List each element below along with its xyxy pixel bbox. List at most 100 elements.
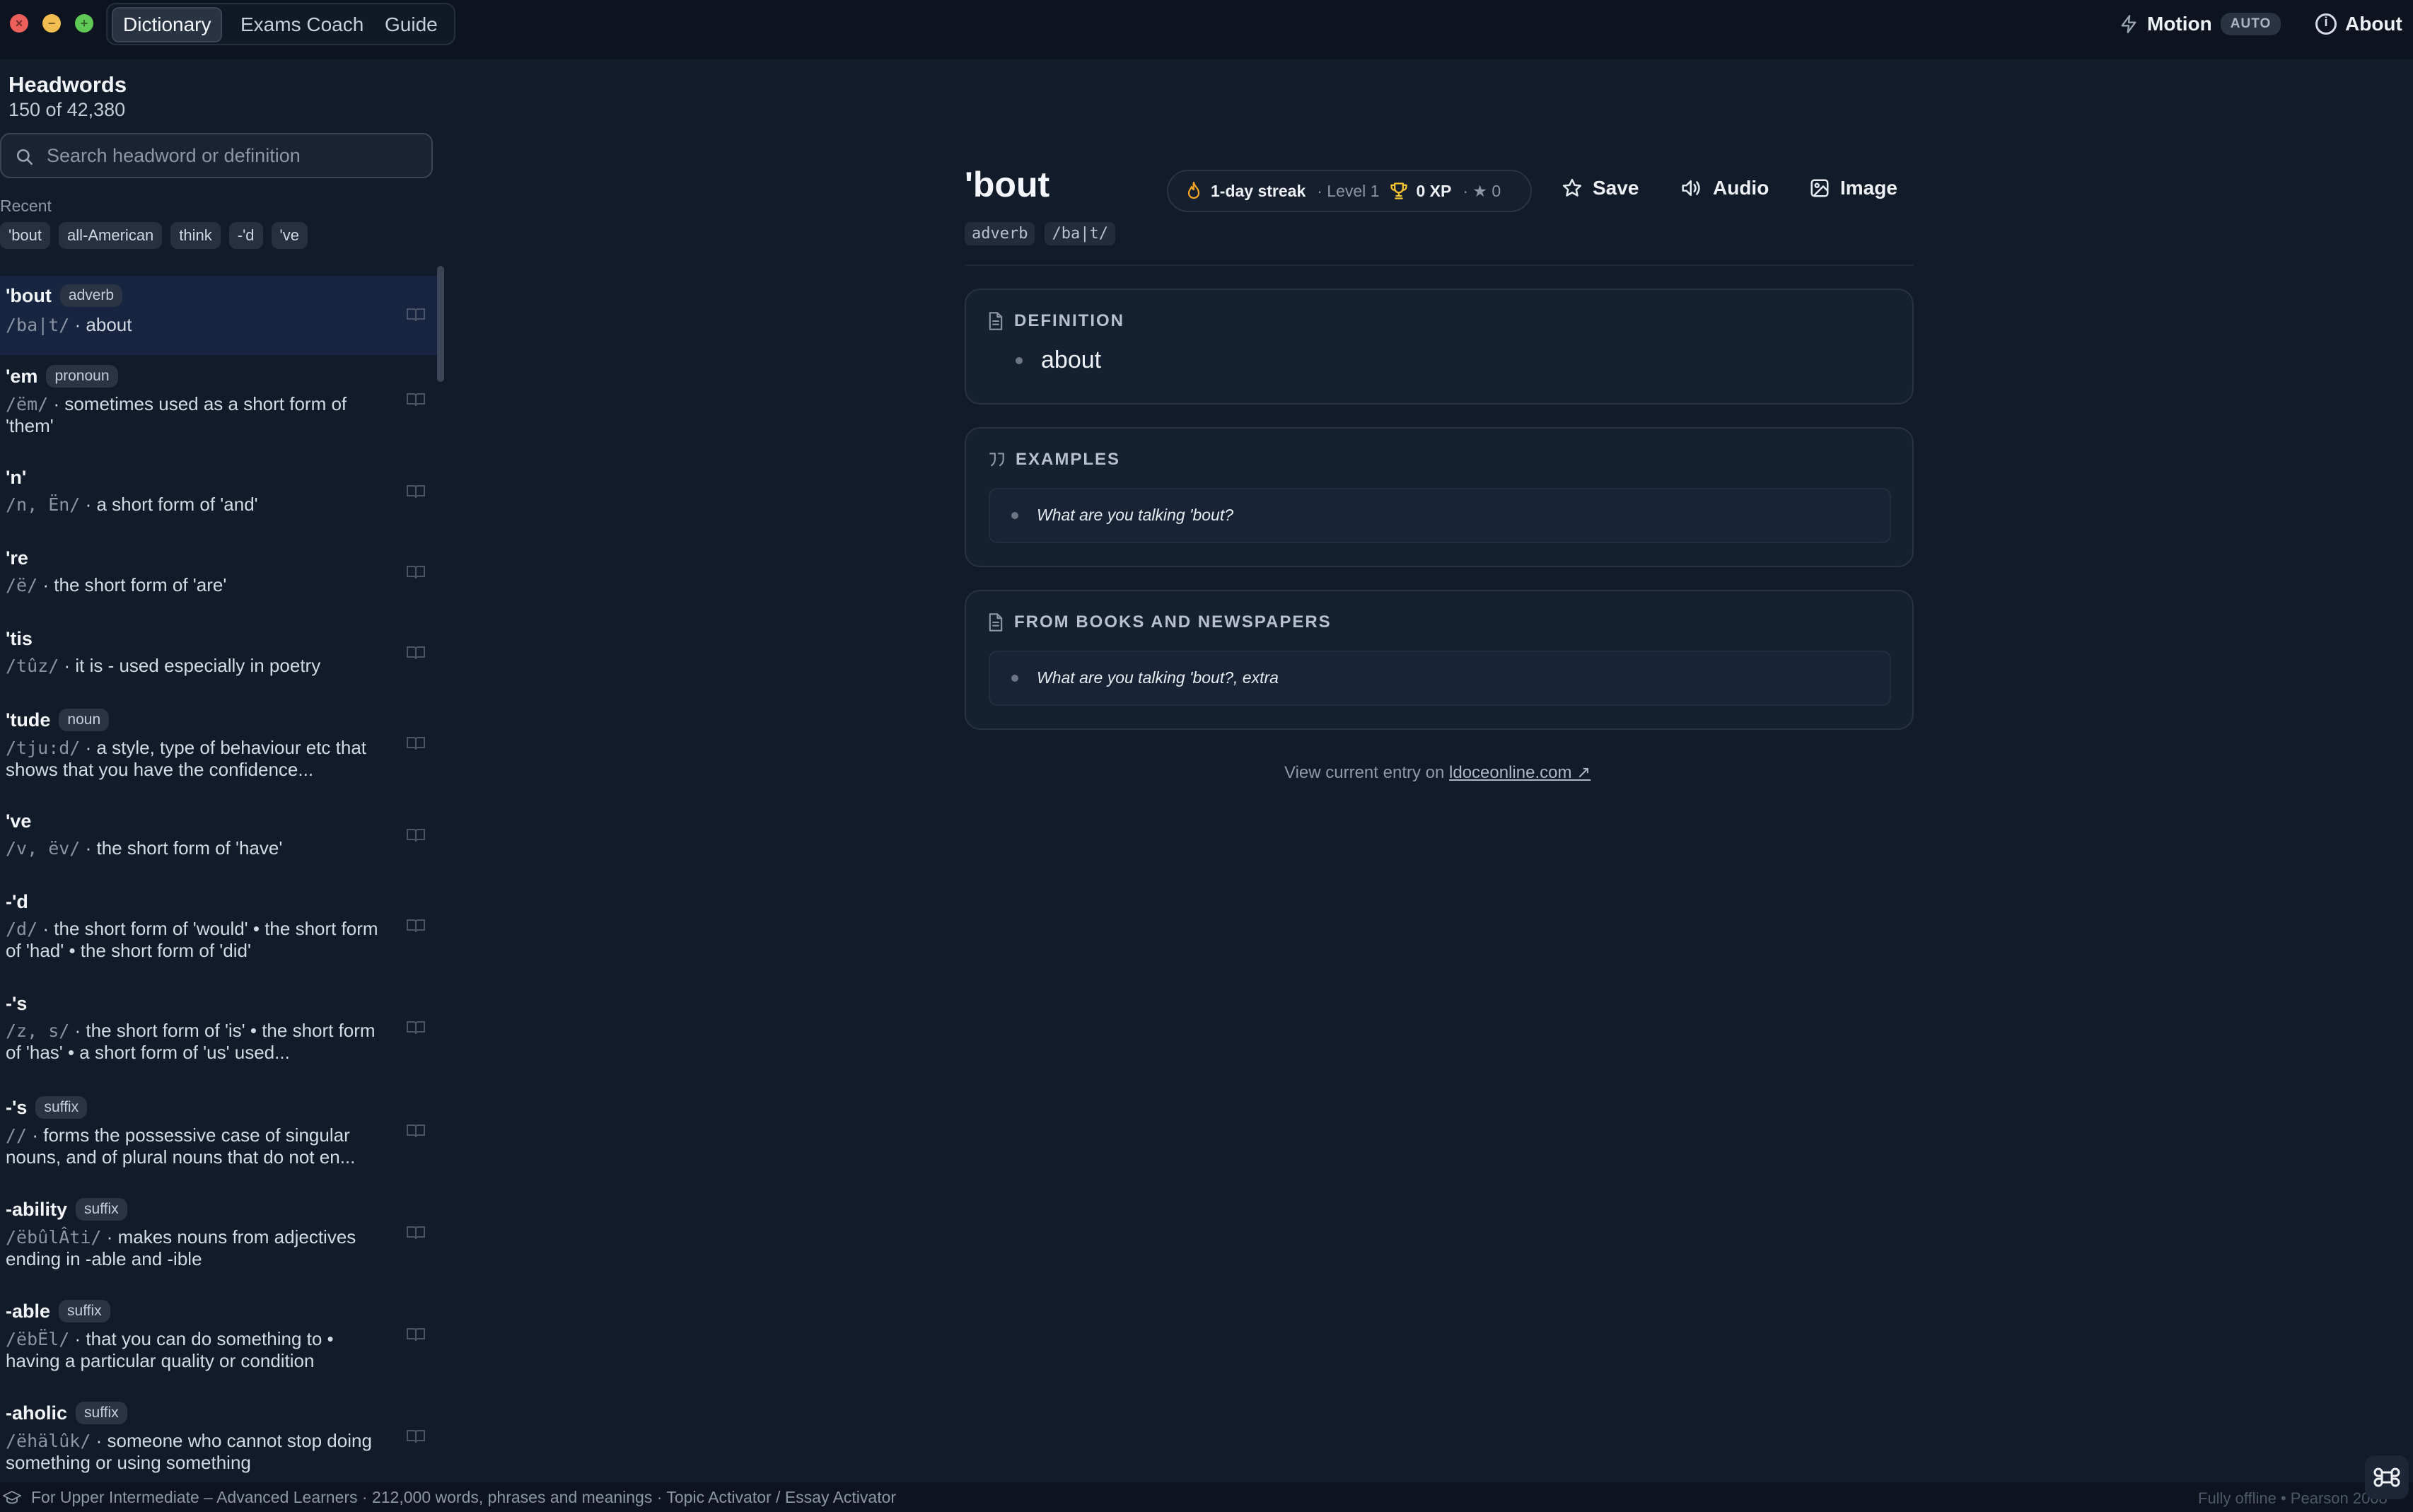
info-icon xyxy=(2315,13,2337,35)
motion-label: Motion xyxy=(2147,13,2212,35)
book-icon[interactable] xyxy=(406,307,426,322)
list-item-definition: /ë/ · the short form of 'are' xyxy=(6,574,388,596)
book-icon[interactable] xyxy=(406,392,426,407)
minimize-window-button[interactable]: − xyxy=(42,14,61,33)
list-item-headword: -aholic suffix xyxy=(6,1402,127,1424)
list-item-headword: 'n' xyxy=(6,467,26,489)
list-item[interactable]: 'tude noun /tju:d/ · a style, type of beh… xyxy=(0,703,438,802)
recent-chip[interactable]: all-American xyxy=(59,222,163,249)
book-example-text: What are you talking 'bout?, extra xyxy=(1037,668,1279,687)
command-button[interactable] xyxy=(2365,1455,2409,1499)
entry-tags: adverb /ba|t/ xyxy=(965,222,1115,245)
list-item[interactable]: 'em pronoun /ëm/ · sometimes used as a sh… xyxy=(0,358,438,458)
status-info-text: For Upper Intermediate – Advanced Learne… xyxy=(31,1488,897,1506)
definition-heading: DEFINITION xyxy=(987,311,1124,331)
list-item[interactable]: -'s /z, s/ · the short form of 'is' • th… xyxy=(0,987,438,1086)
list-item-headword: 're xyxy=(6,547,28,569)
recent-chip[interactable]: think xyxy=(170,222,221,249)
tab-dictionary[interactable]: Dictionary xyxy=(112,7,223,42)
book-icon[interactable] xyxy=(406,1020,426,1035)
list-scrollbar[interactable] xyxy=(437,266,444,382)
save-button[interactable]: Save xyxy=(1562,177,1639,199)
headword-text: 'em xyxy=(6,365,38,387)
command-icon xyxy=(2373,1467,2400,1487)
close-window-button[interactable]: × xyxy=(10,14,28,33)
maximize-window-button[interactable]: + xyxy=(75,14,93,33)
book-icon[interactable] xyxy=(406,1225,426,1240)
definition-card: DEFINITION about xyxy=(965,289,1914,405)
maximize-icon: + xyxy=(80,16,88,30)
list-item[interactable]: -able suffix /ëbËl/ · that you can do som… xyxy=(0,1293,438,1392)
pronunciation: /ëbËl/ xyxy=(6,1329,70,1349)
tab-guide[interactable]: Guide xyxy=(375,7,448,42)
list-item[interactable]: 've /v, ëv/ · the short form of 'have' xyxy=(0,805,438,883)
books-heading-text: FROM BOOKS AND NEWSPAPERS xyxy=(1014,612,1332,632)
flame-icon xyxy=(1187,181,1200,199)
headword-text: 'tis xyxy=(6,628,33,649)
headword-list[interactable]: 'bout adverb /ba|t/ · about 'em pronoun /ë… xyxy=(0,276,438,1482)
ldoce-online-link[interactable]: ldoceonline.com ↗ xyxy=(1449,763,1591,782)
tab-exams-coach[interactable]: Exams Coach xyxy=(231,7,373,42)
save-label: Save xyxy=(1593,177,1639,199)
list-item[interactable]: 're /ë/ · the short form of 'are' xyxy=(0,542,438,620)
books-newspapers-card: FROM BOOKS AND NEWSPAPERS What are you t… xyxy=(965,590,1914,730)
book-icon[interactable] xyxy=(406,564,426,580)
book-icon[interactable] xyxy=(406,1429,426,1444)
book-icon[interactable] xyxy=(406,1123,426,1139)
books-heading: FROM BOOKS AND NEWSPAPERS xyxy=(987,612,1332,632)
headword-text: 'n' xyxy=(6,467,27,488)
examples-card: EXAMPLES What are you talking 'bout? xyxy=(965,427,1914,567)
headword-count: 150 of 42,380 xyxy=(8,99,126,120)
pos-badge: suffix xyxy=(35,1096,88,1119)
list-item[interactable]: 'bout adverb /ba|t/ · about xyxy=(0,276,438,355)
list-item-definition: /tûz/ · it is - used especially in poetr… xyxy=(6,655,388,677)
about-button[interactable]: About xyxy=(2315,10,2402,38)
progress-pill: 1-day streak · Level 1 0 XP · ★ 0 xyxy=(1167,170,1532,212)
book-icon[interactable] xyxy=(406,827,426,843)
list-item-definition: /tju:d/ · a style, type of behaviour etc… xyxy=(6,737,388,780)
graduation-cap-icon xyxy=(3,1490,21,1504)
list-item-headword: 'tude noun xyxy=(6,709,110,731)
list-item[interactable]: -aholic suffix /ëhälûk/ · someone who can… xyxy=(0,1395,438,1482)
list-item[interactable]: 'tis /tûz/ · it is - used especially in … xyxy=(0,622,438,700)
book-icon[interactable] xyxy=(406,735,426,751)
search-field[interactable] xyxy=(0,133,433,178)
book-icon[interactable] xyxy=(406,645,426,661)
recent-chip[interactable]: -'d xyxy=(228,222,263,249)
audio-button[interactable]: Audio xyxy=(1680,177,1769,199)
search-icon xyxy=(16,149,33,165)
list-item-definition: /ëhälûk/ · someone who cannot stop doing… xyxy=(6,1430,388,1473)
recent-chip[interactable]: 'bout xyxy=(0,222,51,249)
list-item[interactable]: 'n' /n, Ën/ · a short form of 'and' xyxy=(0,461,438,539)
image-icon xyxy=(1810,179,1829,197)
pronunciation: /d/ xyxy=(6,919,38,939)
book-example-line: What are you talking 'bout?, extra xyxy=(1011,668,1279,687)
headword-text: 'bout xyxy=(6,284,52,306)
image-button[interactable]: Image xyxy=(1809,177,1897,199)
recent-label: Recent xyxy=(0,197,52,215)
list-item-headword: -'d xyxy=(6,891,28,913)
recent-chip[interactable]: 've xyxy=(271,222,308,249)
pronunciation: /ë/ xyxy=(6,575,38,595)
xp-info: 0 XP xyxy=(1389,181,1451,201)
list-item[interactable]: -ability suffix /ëbûlÂti/ · makes nouns f… xyxy=(0,1191,438,1290)
speaker-icon xyxy=(1682,180,1700,197)
definition-snippet: · it is - used especially in poetry xyxy=(59,655,321,676)
search-input[interactable] xyxy=(47,141,414,170)
list-item[interactable]: -'d /d/ · the short form of 'would' • th… xyxy=(0,885,438,984)
motion-toggle[interactable]: Motion AUTO xyxy=(2119,10,2281,38)
headword-text: -'d xyxy=(6,891,28,912)
examples-heading: EXAMPLES xyxy=(987,450,1120,470)
book-icon[interactable] xyxy=(406,484,426,499)
document-icon xyxy=(989,312,1003,330)
bolt-icon xyxy=(2121,15,2136,33)
pronunciation: /ëm/ xyxy=(6,394,49,414)
sidebar-title: Headwords xyxy=(8,72,127,97)
book-icon[interactable] xyxy=(406,1327,426,1342)
pronunciation: /tûz/ xyxy=(6,656,59,676)
list-item[interactable]: -'s suffix // · forms the possessive case… xyxy=(0,1089,438,1188)
book-icon[interactable] xyxy=(406,918,426,934)
status-bar: For Upper Intermediate – Advanced Learne… xyxy=(0,1482,2413,1512)
example-text: What are you talking 'bout? xyxy=(1037,506,1233,524)
examples-heading-text: EXAMPLES xyxy=(1016,450,1121,469)
